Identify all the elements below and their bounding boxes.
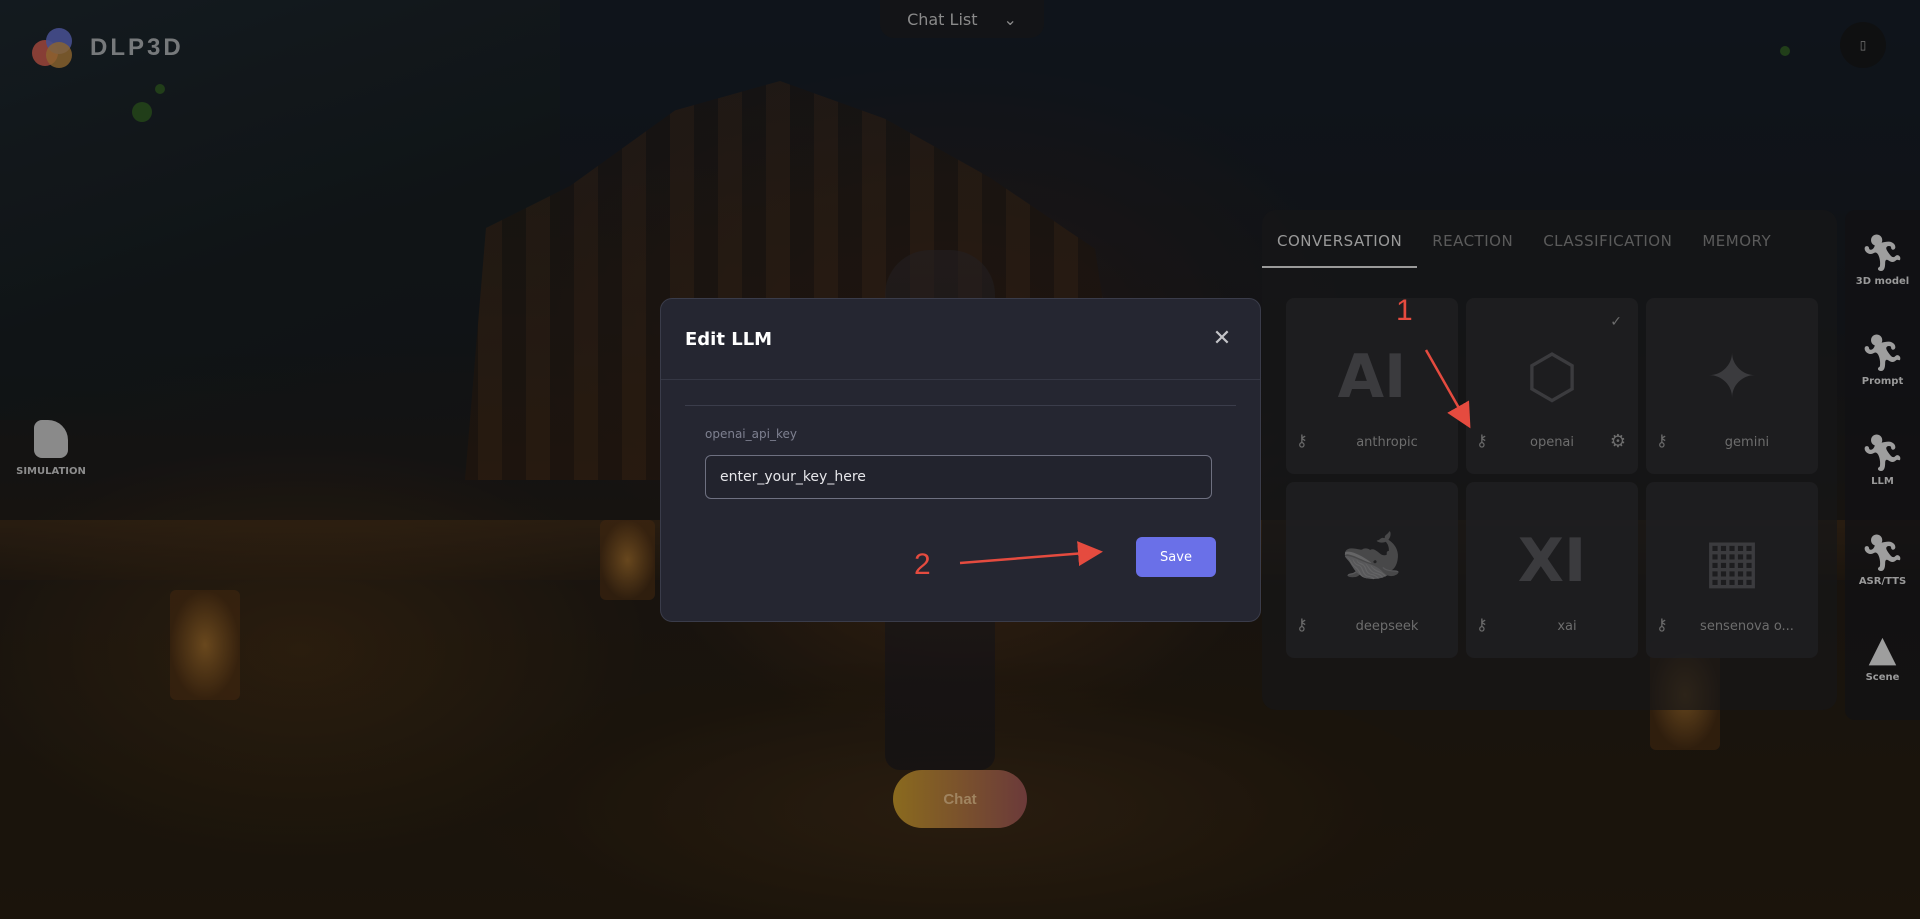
sidebar-item-scene[interactable]: ▲ Scene	[1845, 629, 1920, 684]
provider-card-openai[interactable]: ✓ ⬡ ⚷ openai ⚙	[1466, 298, 1638, 474]
deepseek-logo-icon: 🐋	[1340, 526, 1404, 584]
figure-speech-icon: 🏃︎	[1859, 333, 1906, 374]
gemini-logo-icon: ✦	[1706, 342, 1758, 412]
api-key-label: openai_api_key	[705, 427, 797, 441]
edit-llm-modal: Edit LLM ✕ openai_api_key Save	[660, 298, 1261, 622]
provider-name: sensenova o...	[1700, 619, 1794, 634]
tab-memory[interactable]: MEMORY	[1687, 210, 1786, 266]
annotation-number-2: 2	[914, 548, 931, 581]
provider-card-sensenova[interactable]: ▦ ⚷ sensenova o...	[1646, 482, 1818, 658]
sidebar-item-asr-tts[interactable]: 🏃︎ ASR/TTS	[1845, 533, 1920, 588]
key-icon[interactable]: ⚷	[1476, 615, 1488, 634]
tab-conversation[interactable]: CONVERSATION	[1262, 210, 1418, 268]
modal-title: Edit LLM	[685, 329, 773, 350]
provider-name: xai	[1557, 619, 1577, 634]
save-button[interactable]: Save	[1136, 537, 1216, 577]
sidebar-item-prompt[interactable]: 🏃︎ Prompt	[1845, 333, 1920, 388]
openai-logo-icon: ⬡	[1525, 342, 1579, 412]
annotation-number-1: 1	[1396, 294, 1413, 327]
tab-classification[interactable]: CLASSIFICATION	[1528, 210, 1687, 266]
logo-text: DLP3D	[90, 34, 184, 61]
user-icon: ▯	[1859, 38, 1867, 52]
chat-list-label: Chat List	[907, 9, 978, 29]
provider-grid: AI ⚷ anthropic ✓ ⬡ ⚷ openai ⚙ ✦ ⚷ gemini…	[1286, 298, 1818, 678]
user-menu-button[interactable]: ▯	[1840, 22, 1886, 68]
sidebar-item-label: 3D model	[1855, 276, 1910, 287]
sensenova-logo-icon: ▦	[1703, 526, 1761, 596]
gear-icon[interactable]: ⚙	[1610, 431, 1626, 452]
provider-card-xai[interactable]: XI ⚷ xai	[1466, 482, 1638, 658]
llm-panel: CONVERSATION REACTION CLASSIFICATION MEM…	[1262, 210, 1837, 710]
anthropic-logo-icon: AI	[1337, 342, 1407, 412]
provider-card-anthropic[interactable]: AI ⚷ anthropic	[1286, 298, 1458, 474]
provider-name: deepseek	[1355, 619, 1419, 634]
close-icon[interactable]: ✕	[1208, 325, 1236, 353]
xai-logo-icon: XI	[1517, 526, 1587, 596]
figure-sparkle-icon: 🏃︎	[1859, 433, 1906, 474]
provider-name: gemini	[1724, 435, 1770, 450]
provider-name: openai	[1529, 435, 1575, 450]
sidebar-item-3d-model[interactable]: 🏃︎ 3D model	[1845, 233, 1920, 288]
provider-name: anthropic	[1356, 435, 1418, 450]
logo-mark-icon	[32, 28, 76, 68]
api-key-input[interactable]	[705, 455, 1212, 499]
sidebar-item-label: Scene	[1865, 672, 1900, 683]
provider-card-gemini[interactable]: ✦ ⚷ gemini	[1646, 298, 1818, 474]
sidebar-item-label: Prompt	[1861, 376, 1904, 387]
modal-divider	[661, 379, 1260, 380]
chat-list-dropdown[interactable]: Chat List ⌄	[880, 0, 1044, 38]
figure-music-icon: 🏃︎	[1859, 533, 1906, 574]
sidebar-item-label: ASR/TTS	[1858, 576, 1907, 587]
key-icon[interactable]: ⚷	[1656, 615, 1668, 634]
tab-reaction[interactable]: REACTION	[1417, 210, 1528, 266]
simulation-label: SIMULATION	[16, 466, 86, 477]
key-icon[interactable]: ⚷	[1296, 615, 1308, 634]
app-logo[interactable]: DLP3D	[32, 28, 184, 68]
chat-button[interactable]: Chat	[893, 770, 1027, 828]
chevron-down-icon: ⌄	[1003, 9, 1017, 29]
sidebar-item-label: LLM	[1871, 476, 1894, 487]
check-icon: ✓	[1610, 314, 1622, 330]
simulation-icon	[34, 420, 68, 458]
tree-icon: ▲	[1868, 629, 1897, 670]
provider-card-deepseek[interactable]: 🐋 ⚷ deepseek	[1286, 482, 1458, 658]
sidebar-item-llm[interactable]: 🏃︎ LLM	[1845, 433, 1920, 488]
key-icon[interactable]: ⚷	[1296, 431, 1308, 450]
simulation-button[interactable]: SIMULATION	[16, 420, 86, 477]
modal-divider	[685, 405, 1236, 406]
key-icon[interactable]: ⚷	[1476, 431, 1488, 450]
right-sidebar: 🏃︎ 3D model 🏃︎ Prompt 🏃︎ LLM 🏃︎ ASR/TTS …	[1845, 210, 1920, 720]
panel-tabs: CONVERSATION REACTION CLASSIFICATION MEM…	[1262, 210, 1837, 268]
key-icon[interactable]: ⚷	[1656, 431, 1668, 450]
running-figure-sparkle-icon: 🏃︎	[1859, 233, 1906, 274]
